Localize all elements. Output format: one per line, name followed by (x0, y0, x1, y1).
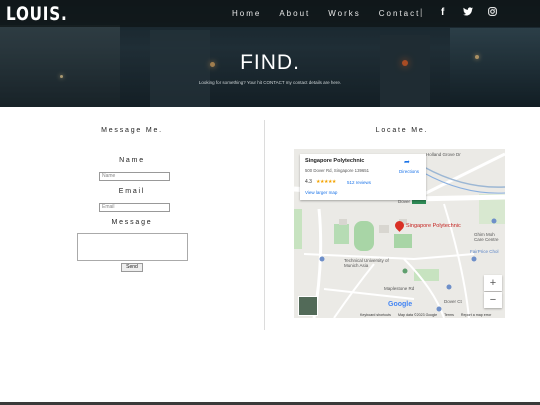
map-poi-label: Technical University of Munich Asia (344, 258, 389, 268)
nav-about[interactable]: About (279, 9, 310, 18)
name-label: Name (119, 157, 145, 164)
directions-link[interactable]: Directions (399, 169, 419, 174)
zoom-out-button[interactable]: − (484, 292, 502, 308)
message-label: Message (111, 219, 153, 226)
street-label: Holland Grove Dr (426, 152, 461, 157)
terms-link[interactable]: Terms (444, 313, 454, 317)
map-footer: Keyboard shortcuts Map data ©2023 Google… (360, 313, 497, 317)
keyboard-shortcuts-link[interactable]: Keyboard shortcuts (360, 313, 391, 317)
reviews-link[interactable]: 512 reviews (347, 180, 371, 185)
embedded-map[interactable]: Singapore Polytechnic 500 Dover Rd, Sing… (294, 149, 505, 318)
top-navbar: LOUIS. Home About Works Contact | f (0, 0, 540, 27)
zoom-in-button[interactable]: + (484, 275, 502, 291)
message-title: Message Me. (101, 127, 163, 134)
directions-icon[interactable]: ➦ (404, 158, 410, 166)
instagram-icon[interactable] (488, 7, 497, 19)
place-name: Singapore Polytechnic (305, 158, 365, 164)
nav-separator: | (420, 7, 423, 17)
facebook-icon[interactable]: f (441, 7, 444, 18)
pin-label: Singapore Polytechnic (406, 223, 461, 229)
twitter-icon[interactable] (463, 7, 473, 19)
nav-works[interactable]: Works (328, 9, 361, 18)
street-label: Maplestone Rd (384, 286, 415, 291)
star-rating-icon: ★★★★★ (316, 179, 336, 185)
map-poi-label: FairPrice Chol (470, 249, 499, 254)
place-address: 500 Dover Rd, Singapore 139651 (305, 168, 370, 173)
message-textarea[interactable] (77, 233, 188, 261)
map-poi-label: Ghim Moh Care Centre (474, 232, 499, 242)
nav-links: Home About Works Contact (232, 9, 438, 18)
street-label: Dover Ct (444, 299, 462, 304)
nav-home[interactable]: Home (232, 9, 261, 18)
email-field[interactable]: Email (99, 203, 170, 212)
report-error-link[interactable]: Report a map error (461, 313, 491, 317)
site-logo[interactable]: LOUIS. (6, 3, 68, 25)
street-label: Dover (398, 199, 411, 204)
email-label: Email (118, 188, 146, 195)
place-rating: 4.3 (305, 179, 312, 185)
locate-title: Locate Me. (375, 127, 429, 134)
name-field[interactable]: Name (99, 172, 170, 181)
hero-subtitle: Looking for something? Your hit CONTACT … (198, 80, 342, 85)
column-divider (264, 120, 265, 330)
satellite-toggle[interactable] (298, 296, 318, 316)
place-card: Singapore Polytechnic 500 Dover Rd, Sing… (300, 154, 426, 200)
hero-banner: LOUIS. Home About Works Contact | f FIND… (0, 0, 540, 107)
send-button[interactable]: Send (121, 263, 143, 272)
view-larger-map-link[interactable]: View larger map (305, 190, 337, 195)
nav-contact[interactable]: Contact (379, 9, 421, 18)
hero-title: FIND. (240, 51, 300, 74)
map-data-label: Map data ©2023 Google (397, 313, 438, 317)
google-logo: Google (388, 301, 413, 308)
